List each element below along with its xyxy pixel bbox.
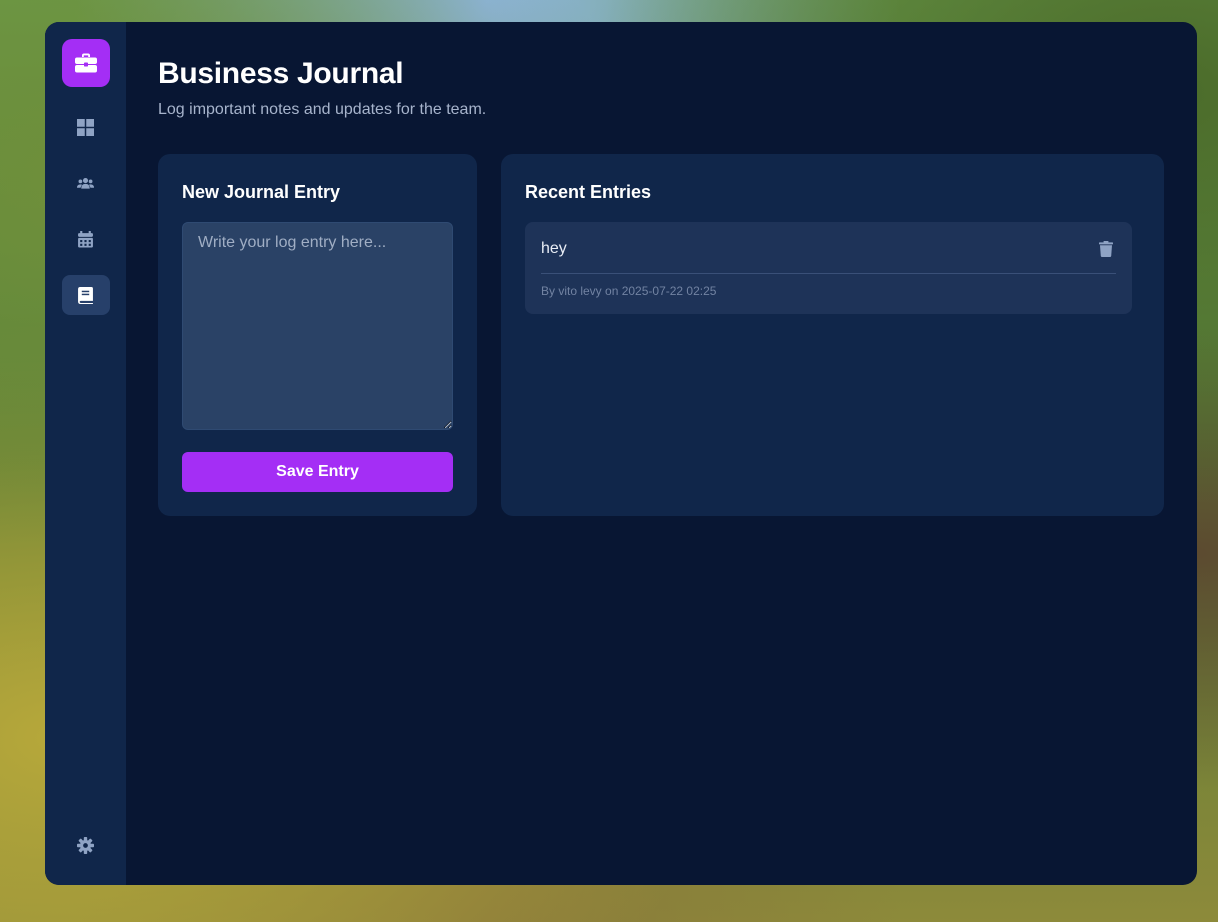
recent-entries-title: Recent Entries [525,182,652,202]
panels: New Journal Entry Save Entry Recent Entr… [158,154,1165,516]
sidebar-item-journal[interactable] [61,275,110,315]
dashboard-grid-icon [77,118,94,136]
sidebar-item-calendar[interactable] [62,219,110,259]
sidebar-item-team[interactable] [62,163,110,203]
journal-book-icon [78,286,93,304]
briefcase-icon [74,53,97,73]
users-icon [77,177,94,189]
entries-list: hey By vito levy on 2025-07-22 02:25 [525,222,1140,314]
recent-entries-panel: Recent Entries hey By vito levy on 2025-… [501,154,1164,516]
app-logo[interactable] [61,39,110,87]
sidebar [45,22,126,885]
trash-icon [1099,241,1113,257]
app-window: Business Journal Log important notes and… [45,22,1197,885]
gear-icon [77,836,94,854]
new-entry-panel: New Journal Entry Save Entry [158,154,477,516]
calendar-icon [78,230,93,247]
journal-entry-input[interactable] [182,222,453,430]
save-entry-button[interactable]: Save Entry [182,452,453,492]
delete-entry-button[interactable] [1096,239,1116,259]
entry-meta: By vito levy on 2025-07-22 02:25 [541,284,717,298]
sidebar-item-dashboard[interactable] [62,107,110,147]
new-entry-title: New Journal Entry [182,182,341,202]
list-item: hey By vito levy on 2025-07-22 02:25 [525,222,1132,314]
entry-text: hey [541,240,567,257]
page-subtitle: Log important notes and updates for the … [158,101,487,118]
settings-button[interactable] [62,825,110,865]
page-title: Business Journal [158,57,404,90]
main-content: Business Journal Log important notes and… [126,22,1197,885]
entry-header: hey [541,238,1116,274]
